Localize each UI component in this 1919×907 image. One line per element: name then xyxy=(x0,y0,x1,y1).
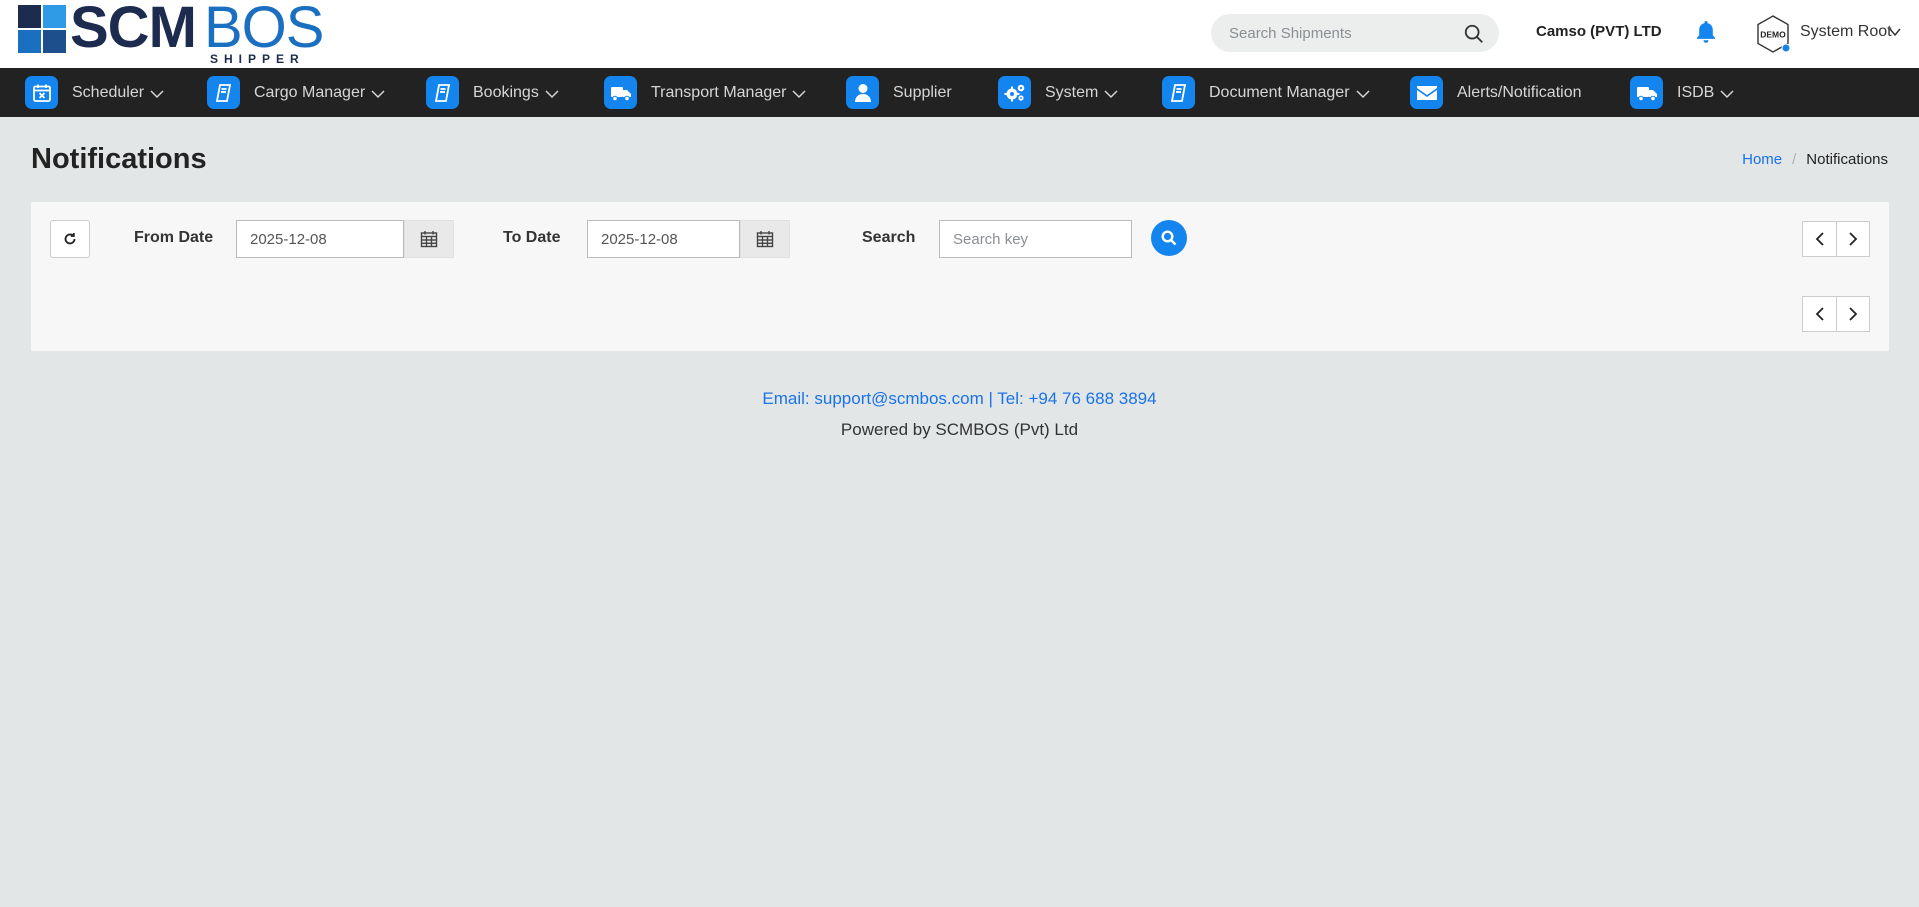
prev-page-button[interactable] xyxy=(1803,222,1836,256)
book-icon xyxy=(1162,76,1195,109)
search-icon[interactable] xyxy=(1463,23,1485,45)
nav-label: Alerts/Notification xyxy=(1457,83,1582,101)
avatar[interactable]: DEMO xyxy=(1755,14,1791,54)
company-name: Camso (PVT) LTD xyxy=(1536,23,1662,40)
nav-label: ISDB xyxy=(1677,83,1715,101)
user-name[interactable]: System Root xyxy=(1800,23,1892,41)
logo-mark xyxy=(18,5,67,53)
footer-contact[interactable]: Email: support@scmbos.com | Tel: +94 76 … xyxy=(0,389,1919,409)
footer-powered-by: Powered by SCMBOS (Pvt) Ltd xyxy=(840,420,1079,439)
shipment-search-input[interactable] xyxy=(1229,14,1459,52)
search-icon xyxy=(1161,230,1177,246)
nav-item-system[interactable]: System xyxy=(998,76,1118,109)
chevron-left-icon xyxy=(1815,232,1824,246)
chevron-down-icon[interactable] xyxy=(1889,27,1901,37)
scmbos-logo[interactable]: SCM BOS SHIPPER xyxy=(18,0,324,67)
envelope-icon xyxy=(1410,76,1443,109)
breadcrumb-home-link[interactable]: Home xyxy=(1742,151,1782,168)
next-page-button[interactable] xyxy=(1836,297,1869,331)
chevron-down-icon xyxy=(150,90,164,99)
to-date-label: To Date xyxy=(503,229,561,246)
page-title: Notifications xyxy=(31,143,207,175)
nav-label: Transport Manager xyxy=(651,83,787,101)
breadcrumb-separator: / xyxy=(1792,151,1797,168)
search-key-input[interactable] xyxy=(939,220,1132,258)
to-date-input[interactable] xyxy=(587,220,740,258)
book-icon xyxy=(426,76,459,109)
truck-icon xyxy=(604,76,637,109)
nav-label: Scheduler xyxy=(72,83,145,101)
calendar-icon xyxy=(420,231,438,248)
nav-label: Bookings xyxy=(473,83,539,101)
refresh-icon xyxy=(64,233,76,245)
top-header: SCM BOS SHIPPER Camso (PVT) LTD DEMO Sys… xyxy=(0,0,1919,68)
prev-page-button[interactable] xyxy=(1803,297,1836,331)
pagination-top xyxy=(1802,221,1870,257)
nav-item-supplier[interactable]: Supplier xyxy=(846,76,952,109)
nav-label: System xyxy=(1045,83,1099,101)
main-nav: Scheduler Cargo Manager Bookings Transpo… xyxy=(0,68,1919,117)
calendar-icon xyxy=(756,231,774,248)
nav-item-transport-manager[interactable]: Transport Manager xyxy=(604,76,806,109)
from-date-calendar-button[interactable] xyxy=(404,220,454,258)
chevron-right-icon xyxy=(1849,232,1858,246)
logo-tagline: SHIPPER xyxy=(210,52,305,66)
search-button[interactable] xyxy=(1151,220,1187,256)
from-date-input[interactable] xyxy=(236,220,404,258)
truck-icon xyxy=(1630,76,1663,109)
chevron-down-icon xyxy=(371,90,385,99)
next-page-button[interactable] xyxy=(1836,222,1869,256)
nav-label: Cargo Manager xyxy=(254,83,366,101)
chevron-down-icon xyxy=(792,90,806,99)
calendar-icon xyxy=(25,76,58,109)
search-label: Search xyxy=(862,229,916,246)
chevron-down-icon xyxy=(1355,90,1370,99)
nav-item-isdb[interactable]: ISDB xyxy=(1630,76,1734,109)
refresh-button[interactable] xyxy=(50,220,90,258)
chevron-down-icon xyxy=(1720,90,1734,99)
nav-label: Document Manager xyxy=(1209,83,1350,101)
chevron-right-icon xyxy=(1849,307,1858,321)
chevron-down-icon xyxy=(1104,90,1118,99)
avatar-hexagon-icon: DEMO xyxy=(1757,15,1791,53)
pagination-bottom xyxy=(1802,296,1870,332)
breadcrumb-current: Notifications xyxy=(1806,151,1888,168)
book-icon xyxy=(207,76,240,109)
bell-icon[interactable] xyxy=(1694,19,1718,45)
user-icon xyxy=(846,76,879,109)
svg-text:DEMO: DEMO xyxy=(1760,30,1786,40)
breadcrumb: Home / Notifications xyxy=(1742,151,1888,168)
nav-item-document-manager[interactable]: Document Manager xyxy=(1162,76,1370,109)
nav-item-scheduler[interactable]: Scheduler xyxy=(25,76,164,109)
shipment-search xyxy=(1211,14,1499,52)
chevron-left-icon xyxy=(1815,307,1824,321)
nav-item-alerts-notification[interactable]: Alerts/Notification xyxy=(1410,76,1582,109)
logo-text-secondary: BOS xyxy=(204,0,324,60)
chevron-down-icon xyxy=(545,90,559,99)
nav-label: Supplier xyxy=(893,83,952,101)
from-date-label: From Date xyxy=(134,229,214,246)
nav-item-cargo-manager[interactable]: Cargo Manager xyxy=(207,76,385,109)
logo-text-primary: SCM xyxy=(70,0,197,60)
nav-item-bookings[interactable]: Bookings xyxy=(426,76,559,109)
cogs-icon xyxy=(998,76,1031,109)
to-date-calendar-button[interactable] xyxy=(740,220,790,258)
